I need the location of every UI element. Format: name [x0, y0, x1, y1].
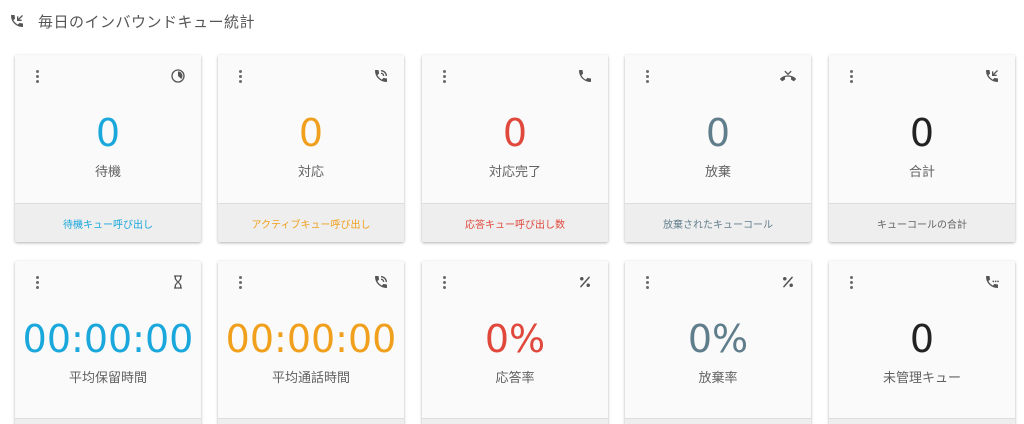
stat-value: 0%: [484, 317, 546, 361]
card-answered[interactable]: 0 対応完了 応答キュー呼び出し数: [422, 55, 608, 242]
card-footer: [422, 418, 608, 424]
card-menu-button[interactable]: [234, 273, 246, 291]
stat-label: 平均通話時間: [271, 371, 350, 386]
stat-value: 0: [298, 111, 324, 155]
card-answer-rate[interactable]: 0% 応答率: [422, 261, 608, 424]
phone-icon: [576, 67, 594, 85]
stat-value: 00:00:00: [22, 317, 194, 361]
card-unmanaged-queue[interactable]: 0 未管理キュー: [829, 261, 1015, 424]
stat-label: 平均保留時間: [68, 371, 147, 386]
card-menu-button[interactable]: [438, 273, 450, 291]
hourglass-icon: [169, 273, 187, 291]
pie-chart-icon: [169, 67, 187, 85]
stat-label: 放棄: [704, 165, 731, 180]
stat-value: 0: [909, 111, 935, 155]
stat-value: 0: [95, 111, 121, 155]
phone-callback-icon: [983, 67, 1001, 85]
phone-in-talk-icon: [372, 273, 390, 291]
stat-label: 未管理キュー: [882, 371, 961, 386]
card-footer: [218, 418, 404, 424]
card-footer-link[interactable]: 放棄されたキューコール: [625, 203, 811, 242]
callback-icon: [8, 12, 26, 30]
card-waiting[interactable]: 0 待機 待機キュー呼び出し: [15, 55, 201, 242]
card-footer-link[interactable]: キューコールの合計: [829, 203, 1015, 242]
stat-label: 待機: [94, 165, 121, 180]
percent-icon: [576, 273, 594, 291]
percent-icon: [779, 273, 797, 291]
card-abandon-rate[interactable]: 0% 放棄率: [625, 261, 811, 424]
call-end-icon: [779, 67, 797, 85]
card-menu-button[interactable]: [845, 273, 857, 291]
stat-label: 対応: [297, 165, 324, 180]
card-footer-link[interactable]: 応答キュー呼び出し数: [422, 203, 608, 242]
phone-missed-icon: [983, 273, 1001, 291]
card-footer-link[interactable]: 待機キュー呼び出し: [15, 203, 201, 242]
phone-in-talk-icon: [372, 67, 390, 85]
card-menu-button[interactable]: [641, 273, 653, 291]
stat-value: 0: [502, 111, 528, 155]
stat-value: 0: [909, 317, 935, 361]
card-active[interactable]: 0 対応 アクティブキュー呼び出し: [218, 55, 404, 242]
page-title: 毎日のインバウンドキュー統計: [38, 12, 256, 31]
card-avg-hold[interactable]: 00:00:00 平均保留時間: [15, 261, 201, 424]
page-header: 毎日のインバウンドキュー統計: [8, 8, 255, 34]
card-abandoned[interactable]: 0 放棄 放棄されたキューコール: [625, 55, 811, 242]
stat-value: 0%: [687, 317, 749, 361]
card-footer: [15, 418, 201, 424]
dashboard-page: 毎日のインバウンドキュー統計 0 待機 待機キュー呼び出し 0 対応 アクティブ…: [0, 0, 1024, 424]
card-menu-button[interactable]: [31, 67, 43, 85]
stat-value: 0: [705, 111, 731, 155]
card-menu-button[interactable]: [641, 67, 653, 85]
card-menu-button[interactable]: [438, 67, 450, 85]
card-footer: [625, 418, 811, 424]
card-menu-button[interactable]: [845, 67, 857, 85]
card-footer-link[interactable]: アクティブキュー呼び出し: [218, 203, 404, 242]
card-avg-talk[interactable]: 00:00:00 平均通話時間: [218, 261, 404, 424]
card-footer: [829, 418, 1015, 424]
card-menu-button[interactable]: [31, 273, 43, 291]
card-menu-button[interactable]: [234, 67, 246, 85]
stat-value: 00:00:00: [225, 317, 397, 361]
stat-label: 対応完了: [488, 165, 541, 180]
stat-label: 放棄率: [698, 371, 738, 386]
card-total[interactable]: 0 合計 キューコールの合計: [829, 55, 1015, 242]
stat-label: 応答率: [495, 371, 535, 386]
stat-label: 合計: [908, 165, 935, 180]
